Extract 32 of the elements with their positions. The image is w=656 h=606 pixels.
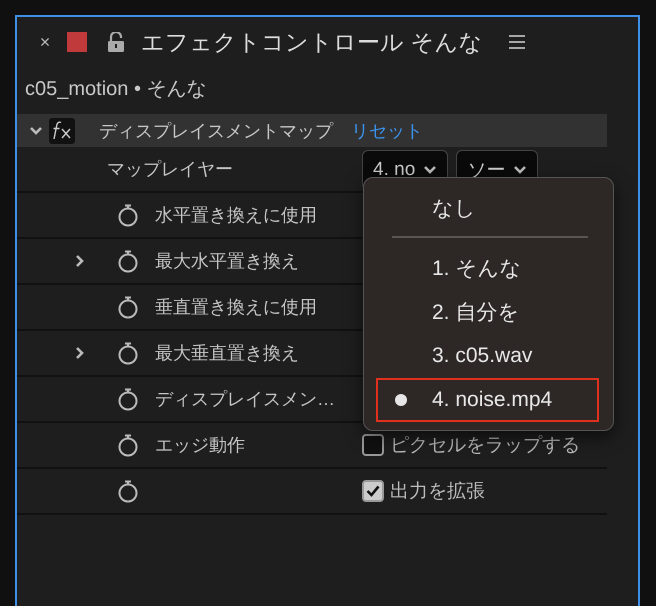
property-label: ディスプレイスメン… [155,388,335,411]
property-label: エッジ動作 [155,434,245,457]
label-color-swatch[interactable] [67,32,87,52]
stopwatch-icon[interactable] [117,295,139,319]
checkbox[interactable] [362,480,384,502]
fx-icon[interactable] [49,118,75,144]
stopwatch-icon[interactable] [117,479,139,503]
property-label: 水平置き換えに使用 [155,204,317,227]
property-label: マップレイヤー [107,158,233,181]
stopwatch-icon[interactable] [117,387,139,411]
panel-title: エフェクトコントロール そんな [141,28,482,56]
stopwatch-icon[interactable] [117,203,139,227]
menu-item[interactable]: 1. そんな [376,246,599,290]
checkmark-icon [366,485,380,497]
property-label: 最大水平置き換え [155,250,299,273]
menu-item[interactable]: 3. c05.wav [376,334,599,378]
menu-button[interactable] [508,34,526,50]
lock-icon[interactable] [107,32,125,52]
stopwatch-icon[interactable] [117,249,139,273]
menu-item[interactable]: 2. 自分を [376,290,599,334]
property-label: 最大垂直置き換え [155,342,299,365]
checkbox-label: ピクセルをラップする [390,434,580,458]
close-button[interactable]: × [35,32,55,52]
stopwatch-icon[interactable] [117,341,139,365]
menu-item[interactable]: 4. noise.mp4 [376,378,599,422]
checkbox-label: 出力を拡張 [390,480,485,504]
effect-name: ディスプレイスメントマップ [99,120,333,142]
layer-path: c05_motion • そんな [24,77,207,102]
stopwatch-icon[interactable] [117,433,139,457]
checkbox[interactable] [362,434,384,456]
reset-link[interactable]: リセット [351,118,423,142]
property-label: 垂直置き換えに使用 [155,296,317,319]
